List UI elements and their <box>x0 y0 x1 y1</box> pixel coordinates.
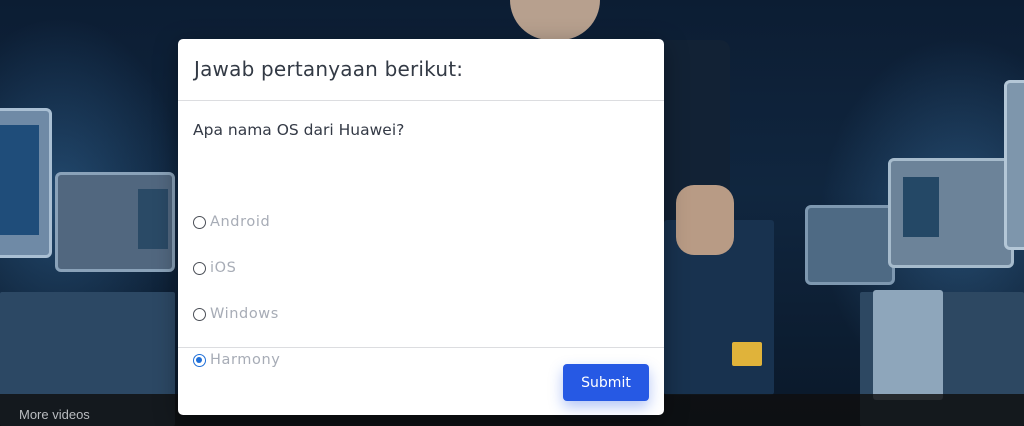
background-computer-tower <box>873 290 943 400</box>
background-person-head <box>510 0 600 40</box>
background-hand <box>676 185 734 255</box>
option-label: Android <box>210 214 271 230</box>
quiz-modal: Jawab pertanyaan berikut: Apa nama OS da… <box>178 39 664 415</box>
modal-title: Jawab pertanyaan berikut: <box>194 57 464 81</box>
radio-icon[interactable] <box>193 215 206 229</box>
modal-header: Jawab pertanyaan berikut: <box>178 39 664 101</box>
background-monitor-left-2 <box>55 172 175 272</box>
option-windows[interactable]: Windows <box>193 305 279 323</box>
modal-footer: Submit <box>178 348 664 415</box>
question-text: Apa nama OS dari Huawei? <box>193 121 405 139</box>
background-monitor-right <box>888 158 1014 268</box>
submit-button[interactable]: Submit <box>563 364 649 401</box>
option-label: iOS <box>210 260 237 276</box>
option-label: Windows <box>210 306 279 322</box>
background-monitor-right-3 <box>805 205 895 285</box>
more-videos-link[interactable]: More videos <box>19 407 90 422</box>
option-android[interactable]: Android <box>193 213 270 231</box>
radio-icon[interactable] <box>193 307 206 321</box>
option-ios[interactable]: iOS <box>193 259 236 277</box>
radio-icon[interactable] <box>193 261 206 275</box>
background-monitor-left <box>0 108 52 258</box>
modal-body: Apa nama OS dari Huawei? Android iOS Win… <box>178 101 664 368</box>
background-monitor-right-2 <box>1004 80 1024 250</box>
